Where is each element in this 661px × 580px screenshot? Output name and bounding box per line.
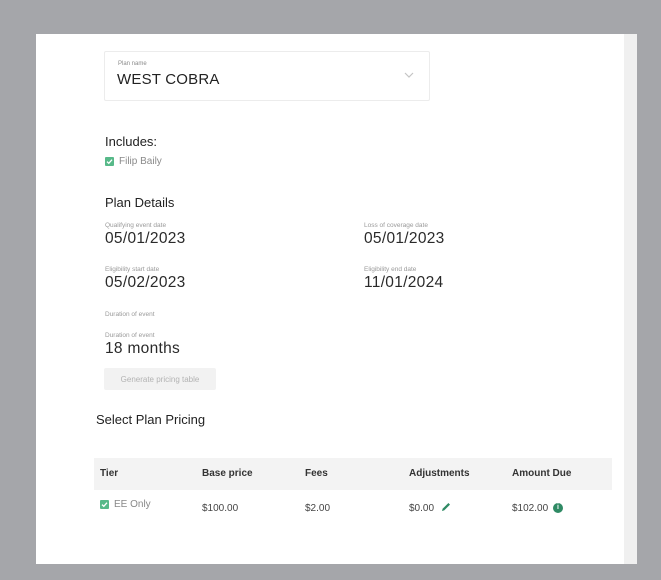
select-plan-pricing-heading: Select Plan Pricing bbox=[96, 412, 206, 427]
plan-name-value: WEST COBRA bbox=[117, 71, 220, 88]
pencil-icon[interactable] bbox=[440, 501, 452, 513]
check-icon bbox=[106, 159, 113, 165]
qualifying-event-label: Qualifying event date bbox=[105, 222, 167, 229]
adjustments-value: $0.00 bbox=[409, 503, 435, 514]
eligibility-end-value: 11/01/2024 bbox=[364, 274, 444, 291]
plan-details-heading: Plan Details bbox=[105, 195, 175, 210]
loss-of-coverage-label: Loss of coverage date bbox=[364, 222, 428, 229]
fees-value: $2.00 bbox=[305, 503, 331, 514]
base-price-value: $100.00 bbox=[202, 503, 239, 514]
plan-name-select[interactable]: Plan name WEST COBRA bbox=[104, 51, 430, 101]
plan-name-label: Plan name bbox=[118, 61, 147, 67]
amount-due-value: $102.00 bbox=[512, 503, 549, 514]
info-icon[interactable]: i bbox=[553, 503, 563, 513]
column-base-price: Base price bbox=[202, 468, 253, 479]
column-tier: Tier bbox=[100, 468, 119, 479]
member-name: Filip Baily bbox=[119, 156, 162, 167]
includes-heading: Includes: bbox=[105, 134, 158, 149]
qualifying-event-value: 05/01/2023 bbox=[105, 230, 186, 247]
column-amount-due: Amount Due bbox=[512, 468, 572, 479]
eligibility-start-label: Eligibility start date bbox=[105, 266, 160, 273]
loss-of-coverage-value: 05/01/2023 bbox=[364, 230, 445, 247]
chevron-down-icon bbox=[404, 72, 414, 78]
column-adjustments: Adjustments bbox=[409, 468, 470, 479]
check-icon bbox=[101, 502, 108, 508]
tier-value: EE Only bbox=[114, 499, 151, 510]
generate-pricing-button[interactable]: Generate pricing table bbox=[104, 368, 216, 390]
duration-value: 18 months bbox=[105, 340, 181, 357]
duration-label-1: Duration of event bbox=[105, 311, 155, 318]
plan-panel: Plan name WEST COBRA Includes: Filip Bai… bbox=[36, 34, 624, 564]
panel-scrollbar[interactable] bbox=[624, 34, 637, 564]
eligibility-end-label: Eligibility end date bbox=[364, 266, 417, 273]
column-fees: Fees bbox=[305, 468, 328, 479]
duration-label-2: Duration of event bbox=[105, 332, 155, 339]
tier-checkbox[interactable] bbox=[100, 500, 109, 509]
member-checkbox[interactable] bbox=[105, 157, 114, 166]
eligibility-start-value: 05/02/2023 bbox=[105, 274, 186, 291]
